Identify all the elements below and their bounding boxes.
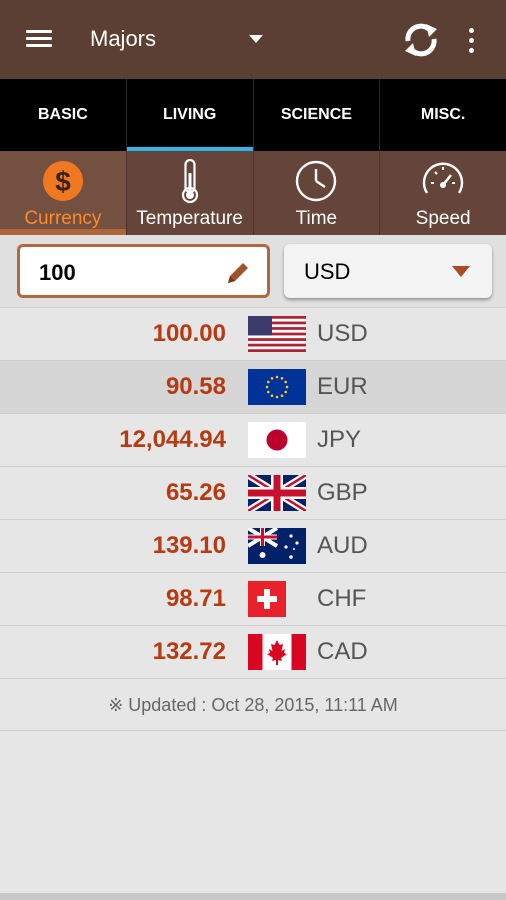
currency-row-gbp[interactable]: 65.26 GBP [0,466,506,519]
currency-select[interactable]: USD [284,244,492,298]
clock-icon [296,160,337,202]
currency-code: CAD [317,638,368,665]
subtab-time[interactable]: Time [252,151,380,235]
tab-living[interactable]: LIVING [125,79,253,151]
converted-amount: 90.58 [165,373,226,400]
currency-code: CHF [317,585,367,612]
speedometer-icon [422,162,464,194]
caret-down-icon [452,266,470,277]
currency-code: JPY [317,426,362,453]
tab-science[interactable]: SCIENCE [252,79,380,151]
eu-flag-icon [248,369,306,405]
currency-list: 100.00 USD 90.58 EUR 12,044.94 JPY 65.26… [0,307,506,731]
japan-flag-icon [248,422,306,458]
usa-flag-icon [248,316,306,352]
dollar-coin-icon: $ [42,161,83,201]
converted-amount: 65.26 [165,479,226,506]
currency-row-chf[interactable]: 98.71 CHF [0,572,506,625]
uk-flag-icon [248,475,306,511]
currency-row-usd[interactable]: 100.00 USD [0,307,506,360]
currency-code: USD [317,320,368,347]
selected-currency: USD [304,259,351,284]
converted-amount: 98.71 [165,585,226,612]
category-title[interactable]: Majors [90,26,156,52]
menu-icon[interactable] [22,26,56,52]
subtab-currency[interactable]: $ Currency [0,151,126,235]
thermometer-icon [181,159,198,203]
converter-input-row: 100 USD [0,235,506,307]
subtab-speed[interactable]: Speed [379,151,506,235]
subtab-currency-label: Currency [24,208,102,229]
currency-row-eur[interactable]: 90.58 EUR [0,360,506,413]
category-tabs: BASIC LIVING SCIENCE MISC. [0,79,506,151]
amount-input[interactable]: 100 [17,244,270,298]
currency-code: AUD [317,532,368,559]
currency-row-aud[interactable]: 139.10 AUD [0,519,506,572]
bottom-divider [0,893,506,900]
subtab-speed-label: Speed [415,208,471,229]
subtab-temperature[interactable]: Temperature [125,151,253,235]
converted-amount: 139.10 [152,532,226,559]
converted-amount: 132.72 [152,638,226,665]
converted-amount: 100.00 [152,320,226,347]
tab-basic[interactable]: BASIC [0,79,126,151]
svg-text:$: $ [55,166,71,197]
australia-flag-icon [248,528,306,564]
currency-code: EUR [317,373,368,400]
caret-down-icon[interactable] [240,26,272,54]
more-vert-icon[interactable] [458,22,484,58]
currency-row-cad[interactable]: 132.72 CAD [0,625,506,678]
canada-flag-icon [248,634,306,670]
unit-type-tabs: $ Currency Temperature Time Speed [0,151,506,235]
app-bar: Majors [0,0,506,79]
last-updated-text: ※ Updated : Oct 28, 2015, 11:11 AM [0,678,506,731]
refresh-icon[interactable] [400,20,442,60]
switzerland-flag-icon [248,581,286,617]
converted-amount: 12,044.94 [119,426,226,453]
amount-value: 100 [39,260,76,285]
subtab-temperature-label: Temperature [136,208,243,229]
pencil-icon[interactable] [225,260,251,286]
currency-row-jpy[interactable]: 12,044.94 JPY [0,413,506,466]
subtab-time-label: Time [295,208,338,229]
tab-misc[interactable]: MISC. [379,79,506,151]
currency-code: GBP [317,479,368,506]
